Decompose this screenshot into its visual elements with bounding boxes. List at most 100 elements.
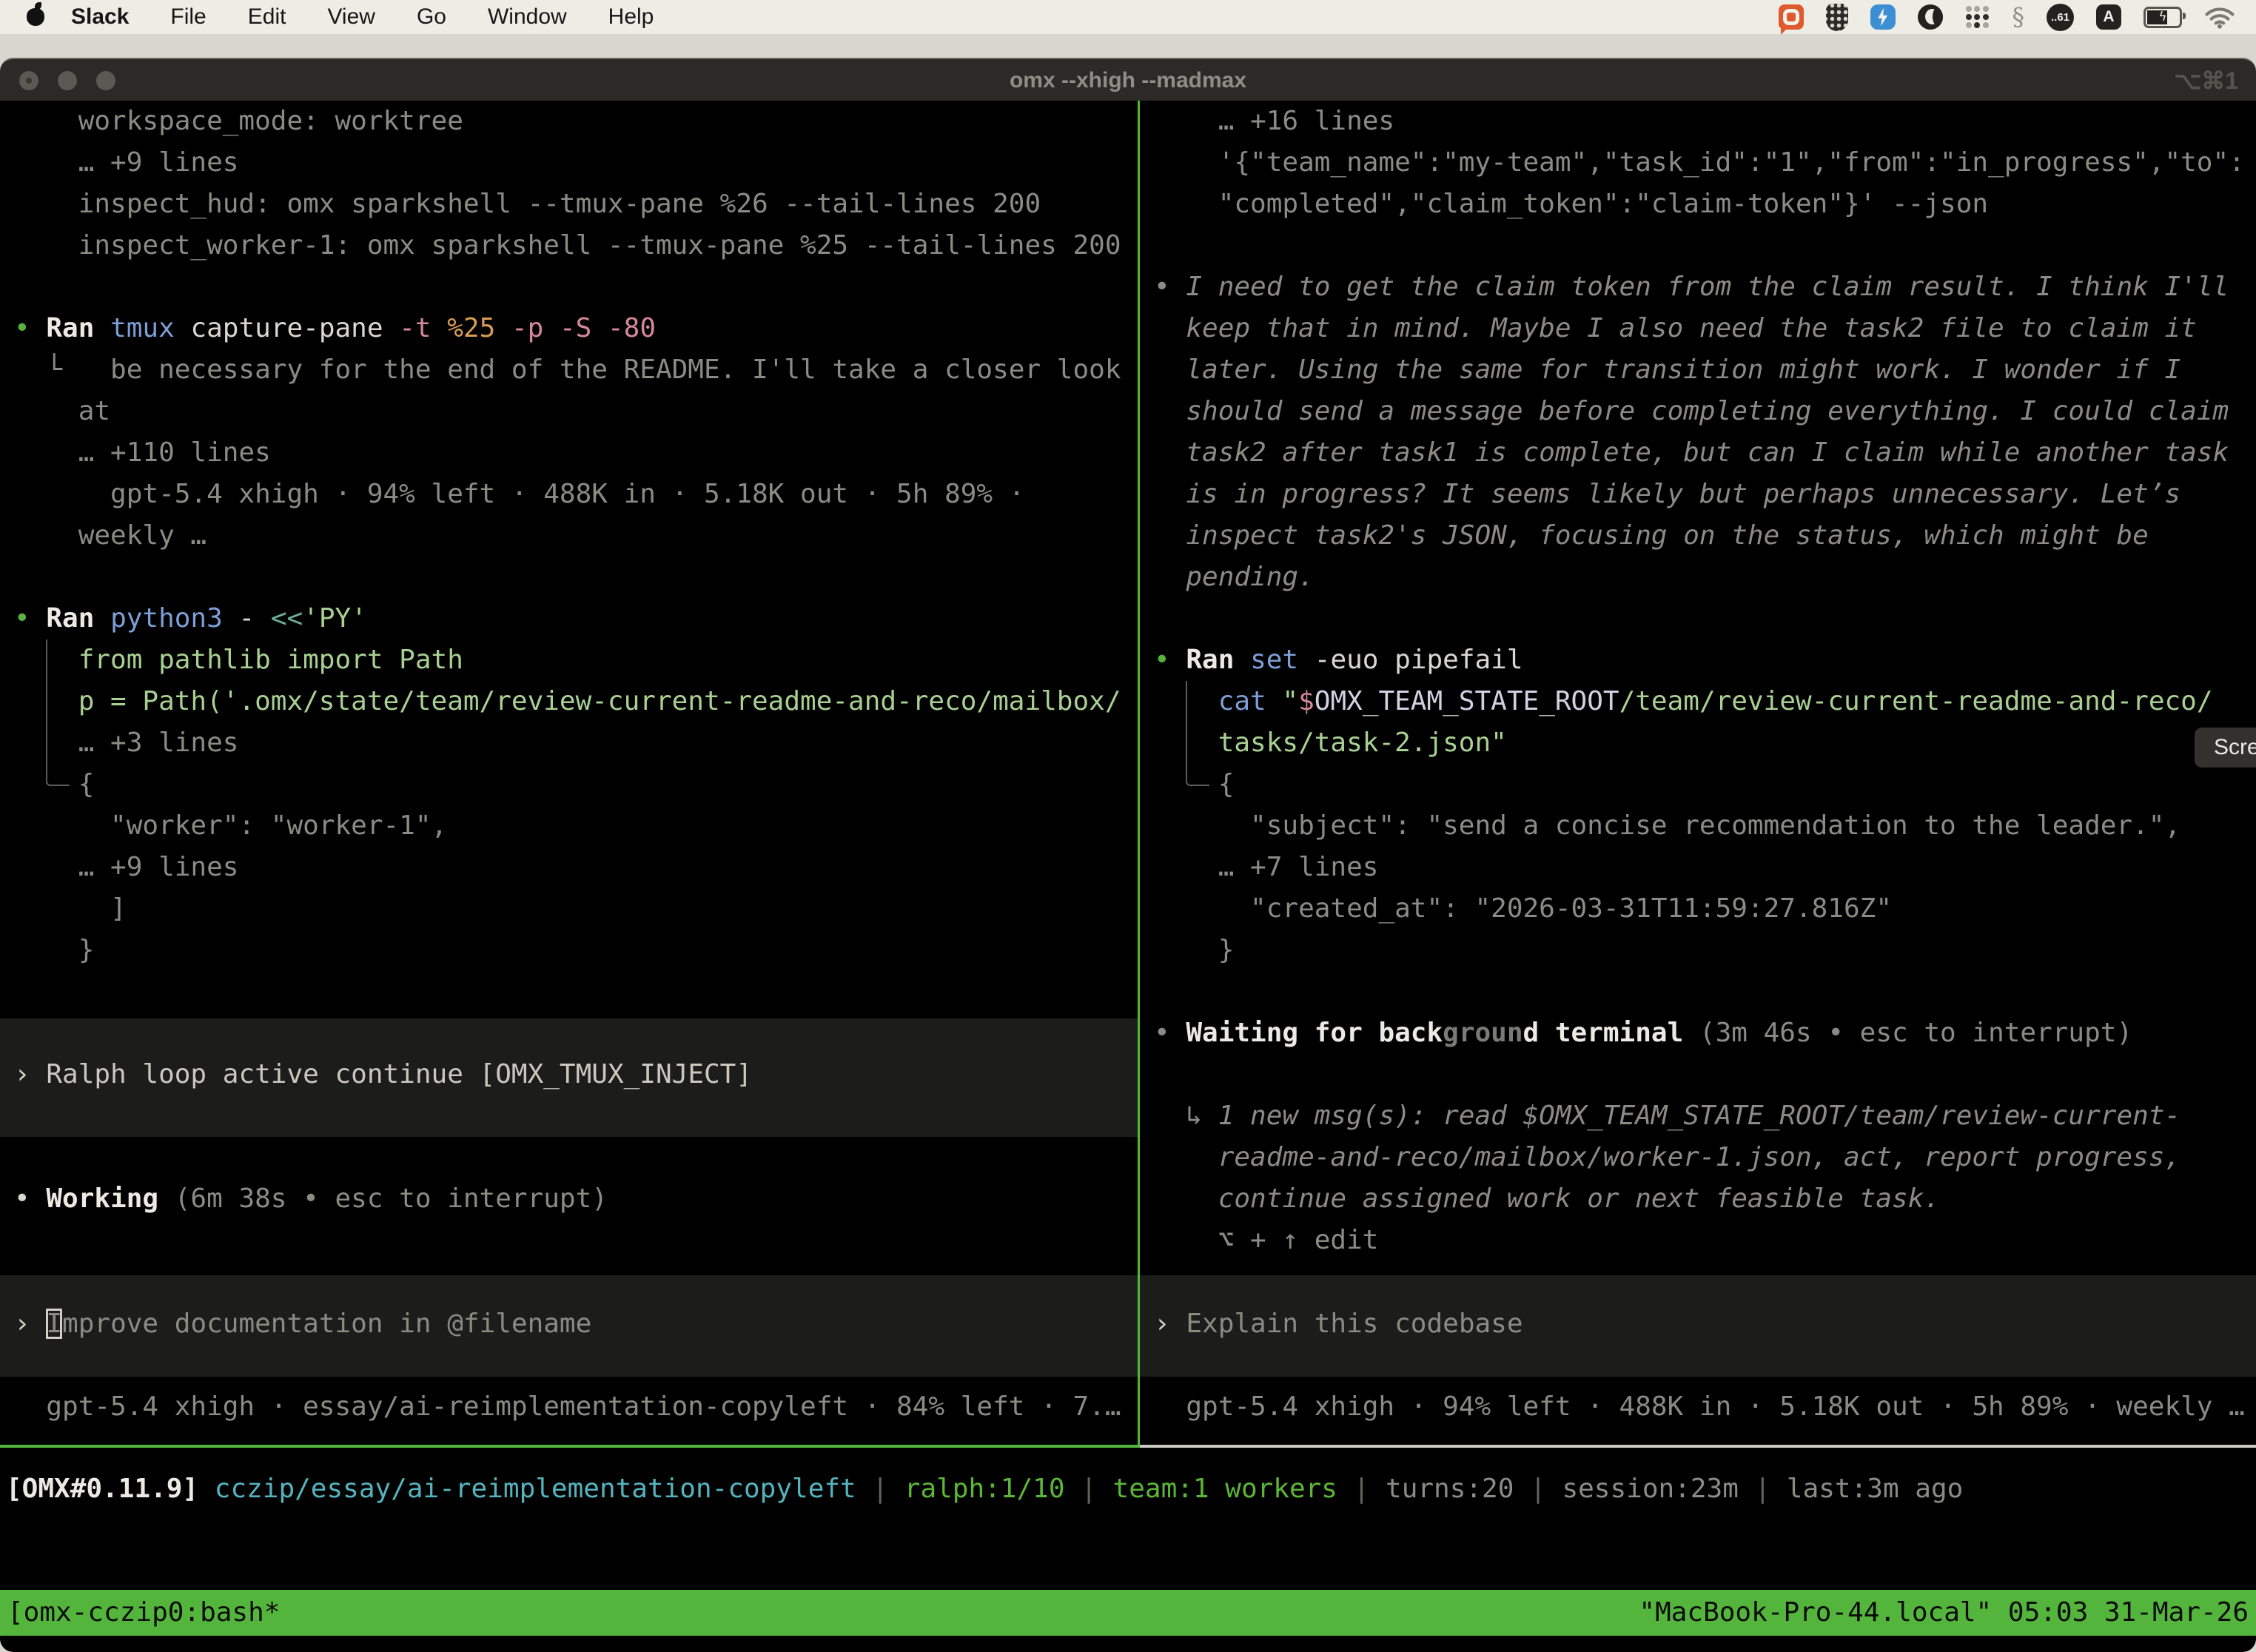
title-bar[interactable]: omx --xhigh --madmax ⌥⌘1 [0,58,2256,101]
menu-status-icons: § ..61 A ϟ [1779,4,2256,31]
output-ran-tmux-capture: • Ran tmux capture-pane -t %25 -p -S -80… [14,308,1138,557]
text-segment: python3 [110,603,238,634]
prompt-input-left[interactable]: › Improve documentation in @filename [0,1275,1138,1377]
omx-status-line: [OMX#0.11.9] cczip/essay/ai-reimplementa… [6,1468,2256,1510]
prompt-input-right[interactable]: › Explain this codebase [1140,1275,2256,1377]
terminal-line: { [14,764,1138,805]
dots-grid-icon[interactable] [1965,4,1990,30]
terminal-line: "created_at": "2026-03-31T11:59:27.816Z" [1154,888,2256,930]
text-segment: | [1081,1474,1112,1504]
text-segment: Waiting for back [1186,1018,1443,1048]
text-segment: "subject": "send a concise recommendatio… [1154,810,2181,841]
text-segment: I [46,1309,62,1339]
terminal-line: inspect_worker-1: omx sparkshell --tmux-… [14,225,1138,266]
text-segment: (6m 38s • esc to interrupt) [175,1183,608,1214]
text-segment: inspect_hud: omx sparkshell --tmux-pane … [14,189,1041,219]
text-segment: gpt-5.4 xhigh · essay/ai-reimplementatio… [14,1391,1121,1422]
text-segment: %25 [447,313,511,343]
menu-item-view[interactable]: View [327,4,375,30]
menu-item-help[interactable]: Help [608,4,654,30]
terminal-line: should send a message before completing … [1154,391,2256,432]
text-segment: } [1154,935,1234,965]
terminal-line: workspace_mode: worktree [14,101,1138,142]
terminal-line: … +9 lines [14,847,1138,888]
menu-item-file[interactable]: File [170,4,206,30]
text-segment: keep that in mind. Maybe I also need the… [1154,313,2197,343]
blue-bolt-icon[interactable] [1870,4,1896,30]
chat-app-icon[interactable] [1779,4,1804,30]
text-segment: "worker": "worker-1", [14,810,447,841]
text-segment: d terminal [1523,1018,1699,1048]
text-segment: • [1154,645,1186,675]
text-segment: << [271,603,303,634]
text-segment: pending. [1154,562,1315,592]
text-segment: ralph:1/10 [904,1474,1081,1504]
text-segment: OMX_TEAM_STATE_ROOT [1315,686,1619,716]
menu-item-window[interactable]: Window [488,4,567,30]
left-pane[interactable]: workspace_mode: worktree … +9 lines insp… [0,101,1138,1446]
text-segment: | [1354,1474,1386,1504]
pane-bottom-border-active [0,1445,1140,1448]
text-segment: readme-and-reco/mailbox/worker-1.json, a… [1154,1142,2181,1172]
output-ran-set-pipefail: • Ran set -euo pipefail cat "$OMX_TEAM_S… [1154,639,2256,971]
squiggle-icon[interactable]: § [2012,4,2025,30]
text-segment: gpt-5.4 xhigh · 94% left · 488K in · 5.1… [1154,1391,2245,1422]
text-segment: cat [1154,686,1282,716]
text-segment: groun [1443,1018,1523,1048]
text-segment: "completed","claim_token":"claim-token"}… [1154,189,1988,219]
timer-badge-icon[interactable]: ..61 [2047,4,2074,31]
text-segment: | [1755,1474,1787,1504]
text-segment: I need to get the claim token from the c… [1186,272,2229,302]
text-segment: session:23m [1562,1474,1754,1504]
text-segment: " [1282,686,1298,716]
terminal-line [1154,1054,2256,1095]
right-pane[interactable]: … +16 lines '{"team_name":"my-team","tas… [1140,101,2256,1446]
text-segment: [OMX#0.11.9] [6,1474,215,1504]
ralph-loop-banner: › Ralph loop active continue [OMX_TMUX_I… [0,1018,1138,1137]
text-segment: Explain this codebase [1186,1309,1523,1339]
text-segment: | [872,1474,904,1504]
text-segment: • [1154,272,1186,302]
screenshot-tooltip: Scre [2195,728,2256,768]
terminal-line: • Ran python3 - <<'PY' [14,598,1138,639]
wifi-icon[interactable] [2204,5,2235,29]
menu-item-slack[interactable]: Slack [71,4,129,30]
battery-icon[interactable]: ϟ [2143,7,2182,28]
terminal-line: pending. [1154,557,2256,598]
text-segment: workspace_mode: worktree [14,106,463,136]
text-segment: cczip/essay/ai-reimplementation-copyleft [215,1474,873,1504]
menu-bar: Slack File Edit View Go Window Help § ..… [0,0,2256,34]
text-segment: ↳ [1154,1101,1218,1131]
menu-item-edit[interactable]: Edit [248,4,286,30]
text-segment: -p -S -80 [511,313,656,343]
apple-menu-icon[interactable] [27,8,44,26]
text-segment: later. Using the same for transition mig… [1154,355,2181,385]
terminal-line: • Ran set -euo pipefail [1154,639,2256,681]
text-segment: … +9 lines [14,852,238,882]
tmux-session-window[interactable]: [omx-cczip0:bash* [7,1590,280,1636]
text-segment: '{"team_name":"my-team","task_id":"1","f… [1154,147,2245,178]
text-segment: 1 new msg(s): read $OMX_TEAM_STATE_ROOT/… [1218,1101,2181,1131]
terminal-line: "completed","claim_token":"claim-token"}… [1154,184,2256,225]
text-segment: › [14,1309,46,1339]
window-shortcut-hint: ⌥⌘1 [2174,59,2238,102]
terminal-line: › Explain this codebase [1154,1303,2256,1345]
text-segment: - [238,603,270,634]
text-segment: tmux [110,313,190,343]
output-ran-python3: • Ran python3 - <<'PY' from pathlib impo… [14,598,1138,971]
shield-grid-icon[interactable] [1826,4,1848,31]
text-segment: Ralph loop active continue [OMX_TMUX_INJ… [46,1059,752,1089]
terminal-line: ↳ 1 new msg(s): read $OMX_TEAM_STATE_ROO… [1154,1095,2256,1137]
terminal-line: gpt-5.4 xhigh · 94% left · 488K in · 5.1… [1154,1386,2256,1428]
terminal-line: › Ralph loop active continue [OMX_TMUX_I… [14,1054,1138,1095]
terminal-line: { [1154,764,2256,805]
menu-item-go[interactable]: Go [417,4,446,30]
keyboard-circle-icon[interactable] [1918,4,1943,30]
text-segment: at [14,396,110,426]
pane-divider[interactable] [1138,101,1140,1446]
input-source-icon[interactable]: A [2096,4,2121,30]
text-segment: Ran [46,603,110,634]
terminal-line: weekly … [14,515,1138,557]
terminal-line: inspect task2's JSON, focusing on the st… [1154,515,2256,557]
terminal-line: readme-and-reco/mailbox/worker-1.json, a… [1154,1137,2256,1178]
